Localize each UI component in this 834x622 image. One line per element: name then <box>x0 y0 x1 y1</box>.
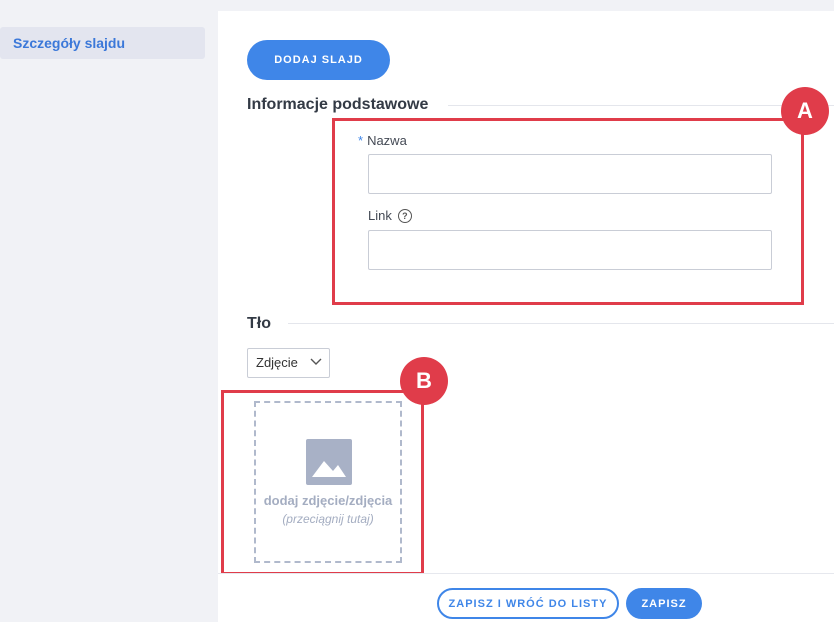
sidebar: Szczegóły slajdu <box>0 0 218 621</box>
background-title: Tło <box>247 315 285 333</box>
save-and-back-button[interactable]: ZAPISZ I WRÓĆ DO LISTY <box>437 588 619 619</box>
section-divider <box>288 323 834 324</box>
sidebar-item-slide-details[interactable]: Szczegóły slajdu <box>0 27 205 59</box>
annotation-marker-b: B <box>400 357 448 405</box>
section-divider <box>448 105 834 106</box>
chevron-down-icon <box>310 358 322 365</box>
annotation-marker-a: A <box>781 87 829 135</box>
add-slide-button[interactable]: DODAJ SLAJD <box>247 40 390 80</box>
highlight-box-a <box>332 118 804 305</box>
select-value: Zdjęcie <box>256 355 298 370</box>
basic-info-title: Informacje podstawowe <box>247 96 443 114</box>
background-type-select[interactable]: Zdjęcie <box>247 348 330 378</box>
footer-bar: ZAPISZ I WRÓĆ DO LISTY ZAPISZ <box>218 573 834 622</box>
save-button[interactable]: ZAPISZ <box>626 588 702 619</box>
highlight-box-b <box>221 390 424 575</box>
